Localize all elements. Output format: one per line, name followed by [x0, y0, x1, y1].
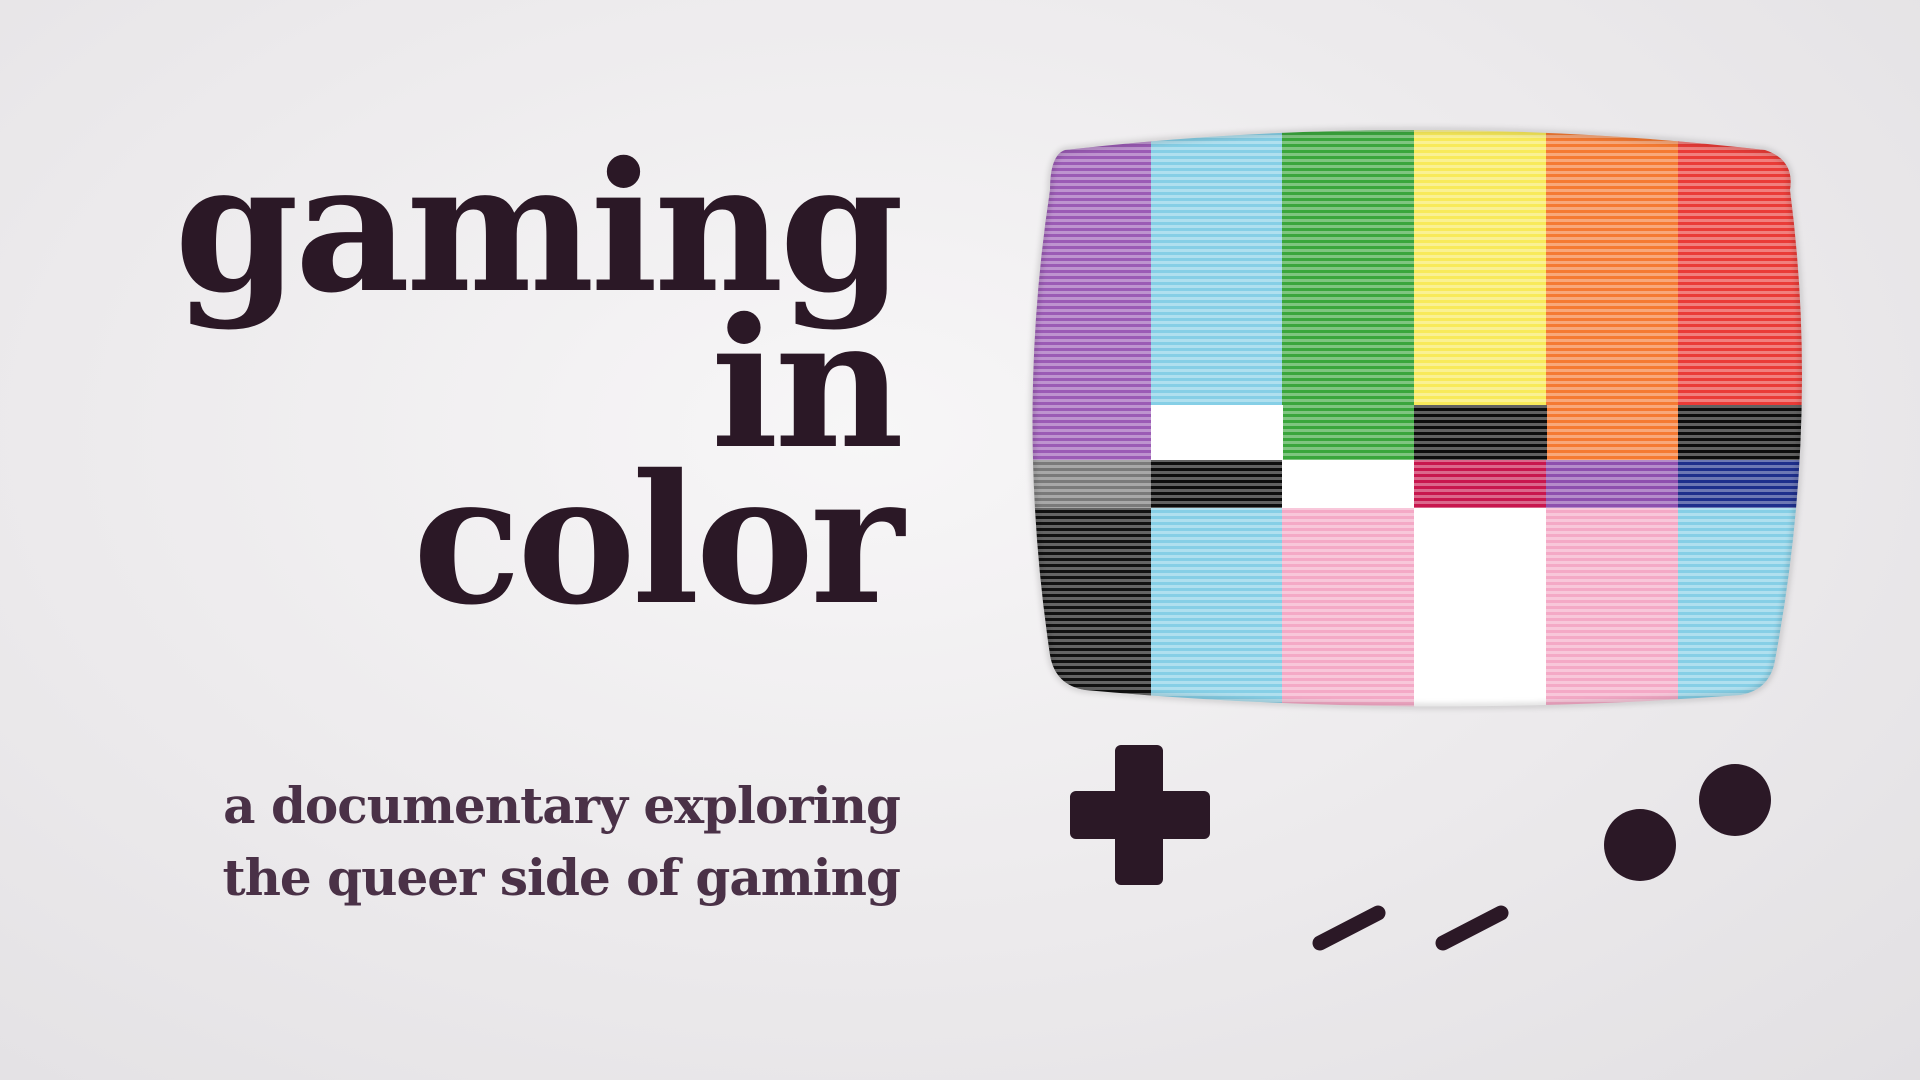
d-pad-icon [1070, 745, 1210, 885]
crt-tv-screen-icon [1030, 128, 1804, 709]
select-button-icon [1312, 905, 1386, 951]
subtitle-line-2: the queer side of gaming [222, 848, 901, 907]
subtitle: a documentary exploring the queer side o… [60, 770, 901, 914]
title-line-color: color [412, 435, 904, 644]
start-button-icon [1435, 905, 1509, 951]
title: gaming in color [60, 139, 904, 644]
b-button-icon [1604, 809, 1676, 881]
a-button-icon [1699, 764, 1771, 836]
subtitle-line-1: a documentary exploring [223, 776, 901, 835]
controller-buttons [1070, 745, 1771, 951]
